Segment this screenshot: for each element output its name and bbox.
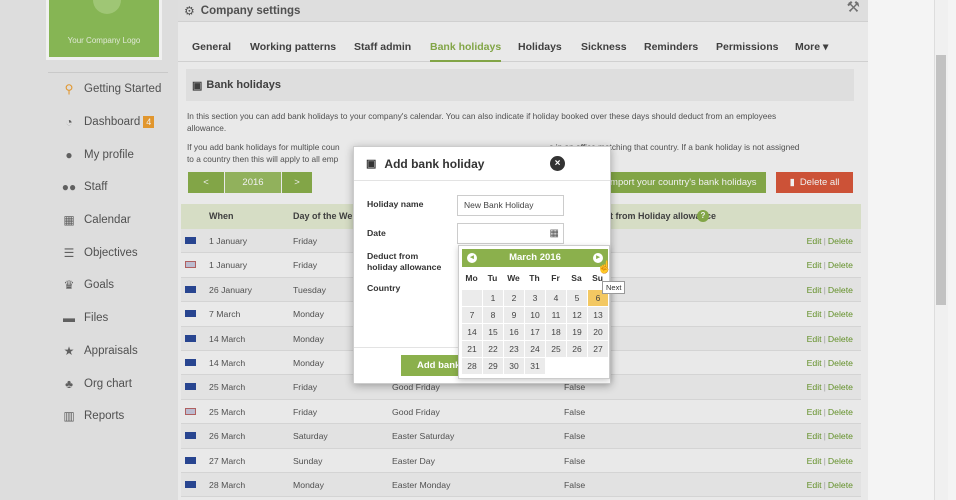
weekday-label: Mo <box>465 273 478 283</box>
scrollbar-thumb[interactable] <box>936 55 946 305</box>
holiday-name-input[interactable]: New Bank Holiday <box>457 195 564 216</box>
hand-cursor-icon: ☝ <box>597 260 612 274</box>
calendar-day[interactable]: 28 <box>462 358 482 374</box>
next-tooltip: Next <box>602 281 626 294</box>
close-icon[interactable]: × <box>550 156 565 171</box>
calendar-day[interactable]: 29 <box>483 358 503 374</box>
modal-header: ▣ Add bank holiday × <box>354 147 610 181</box>
calendar-day[interactable]: 13 <box>588 307 608 323</box>
deduct-label: Deduct from holiday allowance <box>367 251 442 272</box>
calendar-day[interactable]: 25 <box>546 341 566 357</box>
holiday-name-label: Holiday name <box>367 199 424 209</box>
briefcase-icon: ▣ <box>366 158 377 170</box>
calendar-day[interactable]: 10 <box>525 307 545 323</box>
calendar-day[interactable]: 19 <box>567 324 587 340</box>
calendar-day[interactable]: 23 <box>504 341 524 357</box>
weekday-label: We <box>507 273 520 283</box>
calendar-day[interactable]: 24 <box>525 341 545 357</box>
calendar-day[interactable]: 5 <box>567 290 587 306</box>
calendar-day[interactable]: 17 <box>525 324 545 340</box>
chevron-left-icon[interactable]: ◂ <box>467 253 477 263</box>
calendar-day[interactable]: 20 <box>588 324 608 340</box>
country-label: Country <box>367 283 401 293</box>
calendar-day[interactable]: 3 <box>525 290 545 306</box>
calendar-day[interactable]: 26 <box>567 341 587 357</box>
date-picker: ◂ March 2016 ▸ Mo Tu We Th Fr Sa Su 1 2 3 4 5 6 7 8 9 10… <box>458 245 610 379</box>
calendar-day[interactable]: 31 <box>525 358 545 374</box>
calendar-day[interactable]: 4 <box>546 290 566 306</box>
calendar-day[interactable]: 7 <box>462 307 482 323</box>
calendar-day-blank <box>462 290 482 306</box>
weekday-label: Th <box>529 273 540 283</box>
calendar-day[interactable]: 30 <box>504 358 524 374</box>
calendar-day[interactable]: 9 <box>504 307 524 323</box>
date-picker-month: March 2016 <box>509 252 561 263</box>
calendar-day[interactable]: 12 <box>567 307 587 323</box>
calendar-day[interactable]: 16 <box>504 324 524 340</box>
calendar-day[interactable]: 15 <box>483 324 503 340</box>
weekday-label: Tu <box>487 273 498 283</box>
weekday-label: Sa <box>571 273 582 283</box>
weekday-label: Fr <box>551 273 560 283</box>
date-input[interactable]: ▦ <box>457 223 564 244</box>
modal-title: Add bank holiday <box>384 156 485 171</box>
calendar-day[interactable]: 8 <box>483 307 503 323</box>
date-picker-header: ◂ March 2016 ▸ <box>462 249 608 267</box>
calendar-icon[interactable]: ▦ <box>550 224 559 243</box>
date-label: Date <box>367 228 386 238</box>
calendar-day[interactable]: 2 <box>504 290 524 306</box>
calendar-day[interactable]: 21 <box>462 341 482 357</box>
calendar-day[interactable]: 22 <box>483 341 503 357</box>
calendar-day[interactable]: 14 <box>462 324 482 340</box>
calendar-day[interactable]: 1 <box>483 290 503 306</box>
calendar-day[interactable]: 18 <box>546 324 566 340</box>
calendar-day[interactable]: 27 <box>588 341 608 357</box>
calendar-day[interactable]: 11 <box>546 307 566 323</box>
